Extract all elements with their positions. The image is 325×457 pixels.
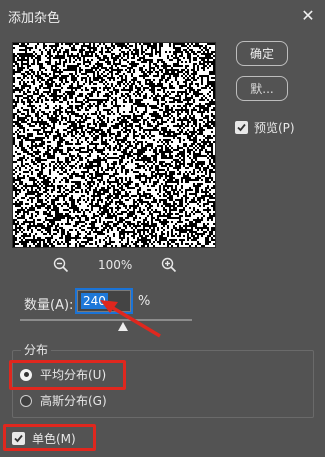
amount-value: 240 (81, 293, 108, 309)
radio-gaussian-label: 高斯分布(G) (40, 394, 107, 408)
close-icon: ✕ (301, 5, 315, 25)
amount-input[interactable]: 240 (77, 290, 131, 312)
noise-preview-image (13, 43, 215, 247)
title-bar: 添加杂色 ✕ (0, 0, 325, 30)
noise-preview[interactable] (12, 42, 216, 248)
distribution-legend: 分布 (21, 341, 52, 358)
checkbox-checked-icon (235, 121, 248, 134)
radio-unselected-icon (20, 394, 32, 407)
zoom-level: 100% (98, 258, 133, 272)
reset-button[interactable]: 默... (236, 76, 288, 101)
annotation-box-monochromatic (3, 424, 96, 451)
zoom-in-icon[interactable] (161, 257, 177, 273)
close-button[interactable]: ✕ (293, 1, 323, 29)
amount-label: 数量(A): (24, 298, 74, 313)
amount-unit: % (138, 294, 151, 309)
radio-gaussian[interactable]: 高斯分布(G) (20, 392, 107, 409)
ok-button[interactable]: 确定 (236, 41, 288, 66)
preview-label: 预览(P) (254, 121, 295, 135)
amount-slider-thumb[interactable] (118, 322, 129, 331)
zoom-out-icon[interactable] (53, 257, 69, 273)
annotation-box-uniform (9, 360, 126, 390)
preview-checkbox[interactable]: 预览(P) (235, 119, 295, 136)
amount-slider-track[interactable] (20, 319, 192, 321)
dialog-title: 添加杂色 (8, 11, 61, 26)
